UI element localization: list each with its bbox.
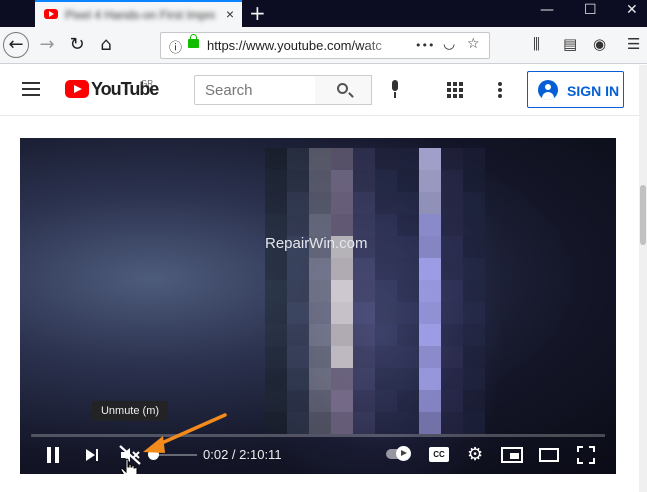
maximize-icon[interactable]: ☐ — [584, 2, 597, 18]
apps-grid-icon[interactable] — [447, 82, 463, 98]
next-video-button[interactable] — [86, 448, 100, 462]
autoplay-toggle[interactable] — [386, 446, 411, 461]
theater-mode-button[interactable] — [539, 448, 559, 462]
back-icon[interactable]: ← — [3, 32, 29, 58]
search-input[interactable] — [195, 76, 315, 104]
page-scrollbar[interactable] — [639, 65, 647, 492]
page-actions-icon[interactable]: ••• — [415, 39, 434, 52]
search-button[interactable] — [315, 75, 372, 105]
settings-gear-icon[interactable]: ⚙ — [467, 446, 485, 464]
account-icon[interactable]: ◉ — [593, 35, 606, 53]
youtube-favicon-icon — [44, 9, 58, 19]
site-info-icon[interactable]: ⓘ — [169, 37, 182, 56]
watermark-text: RepairWin.com — [265, 235, 368, 252]
minimize-icon[interactable]: — — [540, 2, 554, 18]
annotation-arrow — [143, 413, 227, 453]
fullscreen-button[interactable] — [577, 446, 595, 464]
miniplayer-button[interactable] — [501, 447, 523, 463]
account-circle-icon — [538, 80, 558, 100]
secure-lock-icon — [188, 34, 199, 48]
browser-tab[interactable]: Pixel 4 Hands-on First Impressions × — [35, 0, 242, 27]
new-tab-icon[interactable]: + — [249, 1, 266, 25]
region-code: GR — [141, 79, 153, 88]
autoplay-play-icon — [396, 446, 411, 461]
sign-in-button[interactable]: SIGN IN — [527, 71, 624, 108]
video-player[interactable]: RepairWin.com Unmute (m) 0:02 / 2:10:11 … — [20, 138, 616, 474]
home-icon[interactable]: ⌂ — [94, 34, 118, 58]
close-window-icon[interactable]: ✕ — [626, 2, 638, 18]
pause-button[interactable] — [46, 447, 60, 463]
guide-menu-icon[interactable] — [22, 82, 40, 96]
url-bar[interactable]: ⓘ https://www.youtube.com/watc ••• ◡ ☆ — [160, 32, 490, 59]
reload-icon[interactable]: ↻ — [65, 34, 89, 58]
subtitles-button[interactable]: CC — [429, 447, 449, 462]
tab-title: Pixel 4 Hands-on First Impressions — [65, 8, 215, 22]
bookmark-star-icon[interactable]: ☆ — [467, 36, 480, 52]
progress-fill — [31, 434, 32, 437]
forward-icon[interactable]: → — [35, 34, 59, 58]
scrollbar-thumb[interactable] — [640, 185, 646, 245]
pixelated-video-frame — [265, 148, 485, 434]
menu-icon[interactable]: ☰ — [627, 35, 640, 53]
browser-tab-strip: Pixel 4 Hands-on First Impressions × + —… — [0, 0, 647, 27]
youtube-header: YouTube GR SIGN IN — [0, 65, 639, 115]
progress-bar[interactable] — [31, 434, 605, 437]
search-icon — [337, 83, 348, 94]
library-icon[interactable]: ⫼ — [533, 35, 540, 53]
more-options-icon[interactable] — [498, 82, 502, 100]
pocket-icon[interactable]: ◡ — [443, 36, 455, 52]
hand-cursor-icon — [120, 458, 138, 474]
header-divider — [0, 115, 639, 116]
sidebar-icon[interactable]: ▤ — [563, 35, 577, 53]
voice-search-icon[interactable] — [390, 80, 400, 98]
browser-navbar: ← → ↻ ⌂ ⓘ https://www.youtube.com/watc •… — [0, 27, 647, 64]
sign-in-label: SIGN IN — [567, 83, 620, 99]
youtube-logo-icon[interactable] — [65, 80, 89, 98]
tab-close-icon[interactable]: × — [226, 6, 234, 22]
search-box — [194, 75, 316, 105]
